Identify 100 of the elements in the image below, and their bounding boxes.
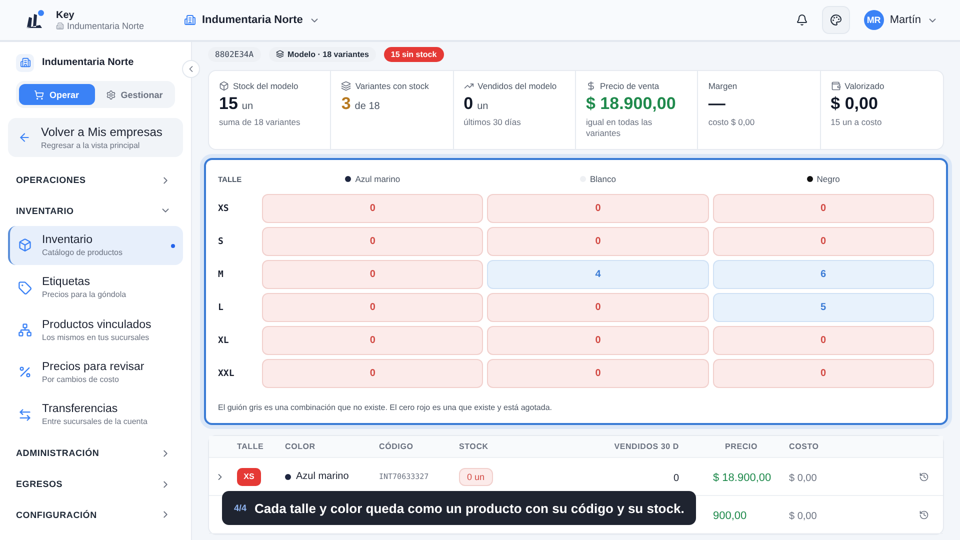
nav-item[interactable]: Precios para revisar Por cambios de costo (8, 353, 183, 392)
nav-title: Precios para revisar (42, 360, 144, 373)
stat-note: igual en todas las variantes (586, 117, 654, 140)
stock-pill: 0 un (459, 468, 493, 486)
stat-unit: un (477, 101, 488, 112)
stock-cell[interactable]: 0 (487, 326, 709, 355)
stock-cell[interactable]: 0 (487, 293, 709, 322)
stock-cell[interactable]: 0 (262, 260, 484, 289)
logo-icon (24, 9, 46, 31)
stat-value: 3 (341, 94, 351, 114)
settings-icon (106, 90, 116, 100)
column-header: STOCK (459, 442, 488, 451)
stat-unit: un (242, 101, 254, 112)
section-header[interactable]: EGRESOS (8, 468, 183, 500)
back-subtitle: Regresar a la vista principal (41, 141, 141, 150)
legend-text: El guión gris es una combinación que no existe. El cero rojo es una que existe y está agotada. (218, 403, 552, 412)
nav-title: Transferencias (42, 403, 119, 416)
size-label: M (218, 270, 224, 280)
arrow-left-icon (18, 131, 31, 144)
stock-cell[interactable]: 0 (262, 326, 484, 355)
stat-unit: de 18 (354, 101, 380, 112)
stat-label: Stock del modelo (233, 81, 298, 91)
stat-value: 15 (219, 94, 238, 114)
app-name: Key (56, 10, 76, 20)
color-name: Azul marino (355, 174, 400, 184)
bell-icon[interactable] (796, 14, 808, 26)
stat-label: Variantes con stock (355, 81, 429, 91)
stat-value: $ 0,00 (830, 94, 878, 114)
box-icon (219, 81, 229, 91)
stock-cell[interactable]: 0 (262, 293, 484, 322)
size-label: XL (218, 336, 230, 346)
back-title: Volver a Mis empresas (41, 125, 162, 140)
history-icon[interactable] (919, 510, 929, 520)
stat-note: 15 un a costo (830, 117, 883, 128)
stock-cell[interactable]: 0 (262, 194, 484, 223)
section-header[interactable]: ADMINISTRACIÓN (8, 438, 183, 469)
nav-subtitle: Catálogo de productos (42, 248, 122, 257)
step-counter: 4/4 (234, 503, 247, 513)
column-header: TALLE (237, 442, 264, 451)
column-header: PRECIO (724, 442, 758, 451)
nav-item[interactable]: Inventario Catálogo de productos (8, 226, 183, 265)
stock-cell[interactable]: 0 (712, 227, 934, 256)
nav-subtitle: Precios para la góndola (42, 290, 126, 300)
building-icon (56, 22, 64, 30)
stock-cell[interactable]: 0 (487, 194, 709, 223)
wallet-icon (830, 81, 841, 91)
stat-label: Margen (708, 81, 738, 91)
sold-cell: 0 (673, 472, 679, 484)
palette-button[interactable] (822, 6, 850, 34)
section-header[interactable]: OPERACIONES (8, 164, 183, 196)
size-badge: XS (237, 468, 261, 486)
back-button[interactable]: Volver a Mis empresas Regresar a la vista principal (8, 118, 183, 157)
layers-icon (276, 50, 284, 58)
stat-note: costo $ 0,00 (708, 117, 756, 128)
mode-tab[interactable]: Gestionar (96, 84, 172, 106)
stat-label: Vendidos del modelo (478, 81, 557, 91)
nav-subtitle: Los mismos en tus sucursales (42, 332, 150, 342)
size-label: S (218, 236, 224, 246)
nav-item[interactable]: Etiquetas Precios para la góndola (8, 268, 183, 307)
stock-cell[interactable]: 4 (487, 260, 709, 289)
nav-subtitle: Por cambios de costo (42, 374, 120, 384)
size-label: L (218, 302, 224, 312)
nav-title: Etiquetas (42, 276, 91, 288)
company-name: Indumentaria Norte (42, 57, 134, 68)
column-header: COSTO (789, 442, 819, 451)
stock-cell[interactable]: 6 (712, 260, 934, 289)
section-header[interactable]: INVENTARIO (8, 196, 183, 226)
dollar-icon (586, 81, 596, 91)
nav-item[interactable]: Transferencias Entre sucursales de la cuenta (8, 396, 183, 434)
stock-cell[interactable]: 0 (712, 359, 934, 388)
history-icon[interactable] (919, 472, 929, 482)
mode-tab[interactable]: Operar (19, 84, 94, 106)
stat-value: $ 18.900,00 (586, 94, 676, 114)
layers-icon (341, 81, 352, 91)
stat-value: — (708, 94, 726, 114)
stock-cell[interactable]: 0 (712, 326, 934, 355)
color-name: Azul marino (296, 471, 349, 482)
user-name: Martín (890, 14, 921, 26)
size-label: XS (218, 204, 230, 214)
cost-cell: $ 0,00 (789, 510, 817, 522)
stock-cell[interactable]: 0 (487, 359, 709, 388)
price-cell: $ 18.900,00 (713, 472, 772, 484)
network-icon (18, 323, 32, 338)
percent-icon (18, 365, 32, 380)
company-selector[interactable]: Indumentaria Norte (184, 14, 320, 26)
palette-icon (830, 14, 842, 26)
cart-icon (34, 90, 44, 100)
model-code: 8802E34A (208, 46, 261, 62)
nav-item[interactable]: Productos vinculados Los mismos en tus sucursales (8, 310, 183, 350)
trend-icon (464, 81, 474, 91)
nav-title: Inventario (42, 234, 94, 246)
section-header[interactable]: CONFIGURACIÓN (8, 499, 183, 530)
stock-cell[interactable]: 0 (712, 194, 934, 223)
stock-cell[interactable]: 0 (487, 227, 709, 256)
stock-cell[interactable]: 5 (712, 293, 934, 322)
size-label: XXL (218, 368, 236, 378)
user-menu[interactable]: MR Martín (864, 10, 938, 30)
building-icon (16, 54, 34, 72)
stock-cell[interactable]: 0 (262, 227, 484, 256)
stock-cell[interactable]: 0 (262, 359, 484, 388)
